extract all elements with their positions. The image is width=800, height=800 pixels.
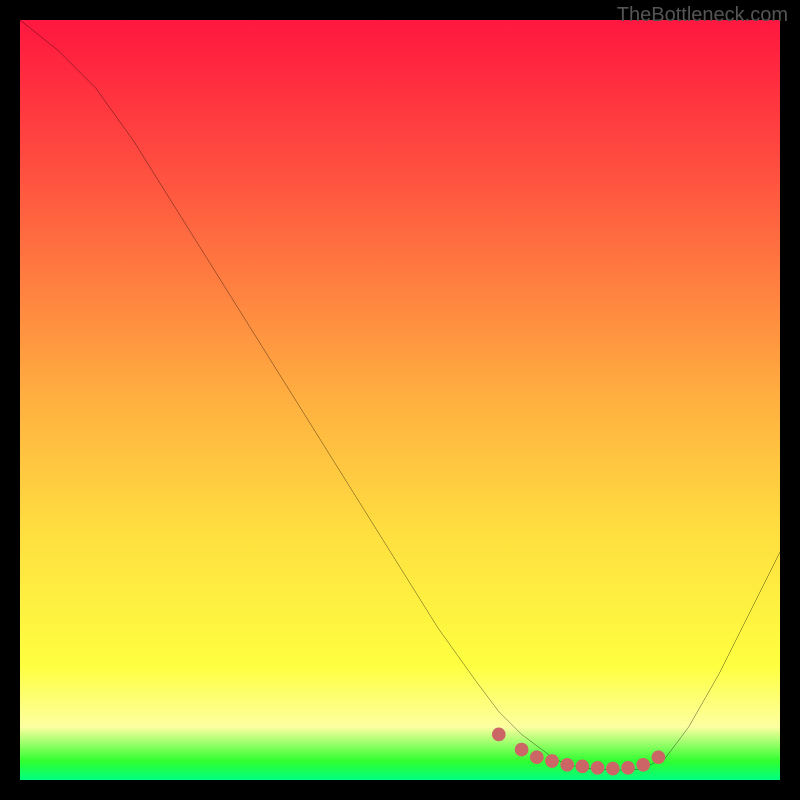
dot xyxy=(560,758,574,772)
dot xyxy=(492,728,506,742)
dot xyxy=(621,761,635,775)
dot xyxy=(515,743,529,757)
dot xyxy=(606,762,620,776)
watermark-text: TheBottleneck.com xyxy=(617,4,788,27)
dot xyxy=(545,754,559,768)
dot xyxy=(636,758,650,772)
plot-area xyxy=(20,20,780,780)
highlight-dots xyxy=(20,20,780,780)
dot xyxy=(576,759,590,773)
dot xyxy=(652,750,666,764)
dot xyxy=(591,761,605,775)
dot xyxy=(530,750,544,764)
